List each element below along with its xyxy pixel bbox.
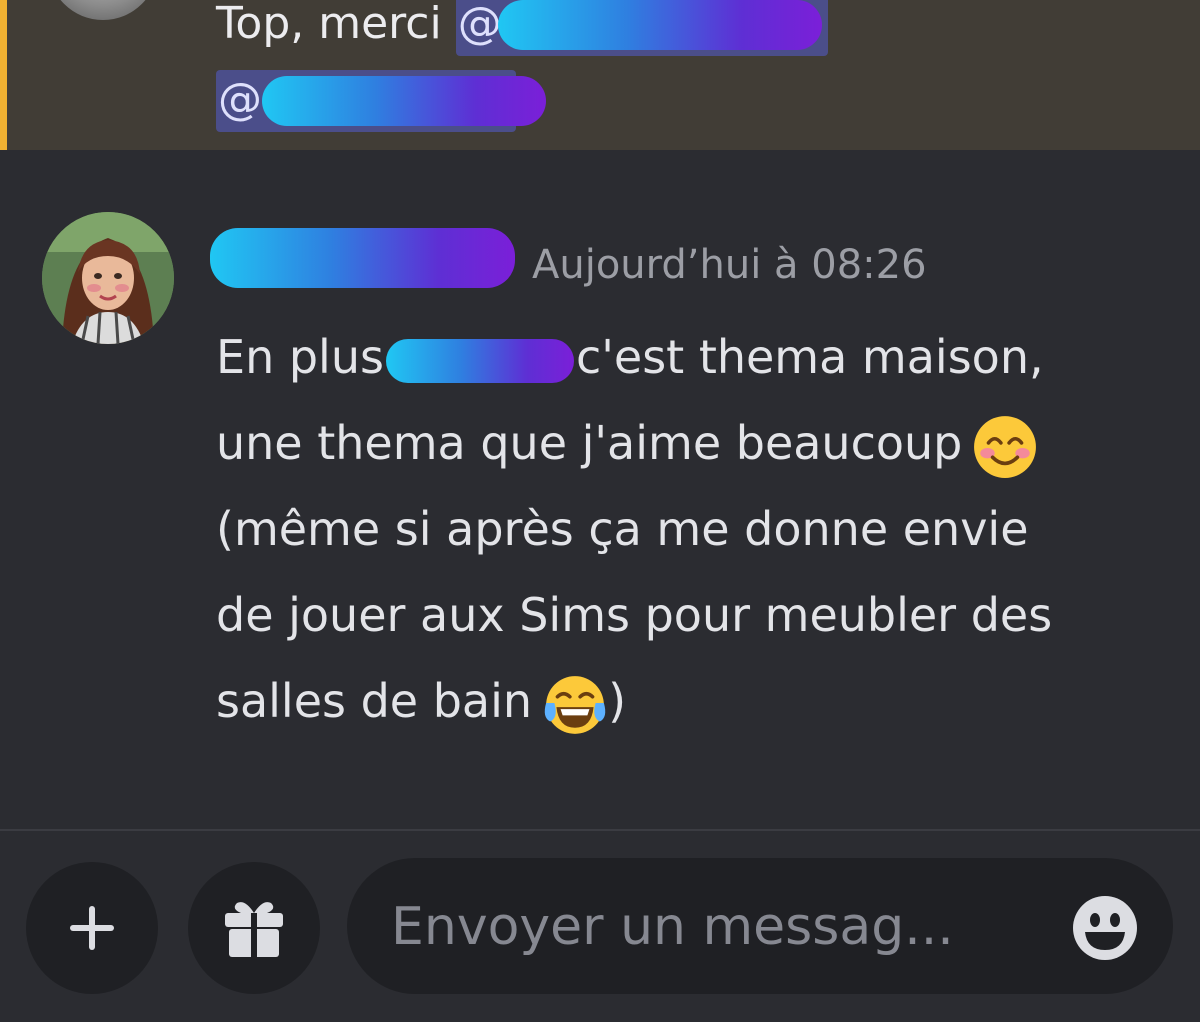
previous-message-line: @ xyxy=(216,70,546,132)
previous-message[interactable]: Top, merci @ @ xyxy=(0,0,1200,150)
redacted-username xyxy=(497,0,822,50)
message-content: En plus c'est thema maison, une thema que… xyxy=(216,314,1176,744)
message-timestamp: Aujourd’hui à 08:26 xyxy=(532,242,927,288)
message-input-placeholder: Envoyer un messag... xyxy=(391,897,954,957)
user-mention[interactable]: @ xyxy=(455,0,828,56)
avatar[interactable] xyxy=(42,212,174,344)
attach-button[interactable] xyxy=(26,862,158,994)
message-line: salles de bain ) xyxy=(216,658,1176,744)
redacted-username[interactable] xyxy=(210,228,515,288)
message-line: En plus c'est thema maison, xyxy=(216,330,1044,384)
message-line: (même si après ça me donne envie xyxy=(216,502,1029,556)
tears-of-joy-emoji-icon xyxy=(544,675,606,734)
gift-icon xyxy=(225,902,283,957)
previous-message-text: Top, merci xyxy=(216,0,442,49)
mention-highlight-bar xyxy=(0,0,7,150)
plus-icon xyxy=(70,906,114,950)
gift-button[interactable] xyxy=(188,862,320,994)
message-input[interactable]: Envoyer un messag... xyxy=(347,858,1173,994)
smiling-blush-emoji-icon xyxy=(974,415,1037,478)
previous-message-line: Top, merci @ xyxy=(216,0,828,56)
redacted-username xyxy=(262,76,546,126)
avatar-image xyxy=(42,212,174,344)
divider xyxy=(0,829,1200,831)
message-line: de jouer aux Sims pour meubler des xyxy=(216,588,1053,642)
message-line: une thema que j'aime beaucoup xyxy=(216,400,1176,486)
user-mention[interactable]: @ xyxy=(216,70,546,132)
redacted-text xyxy=(385,338,574,383)
emoji-icon[interactable] xyxy=(1071,894,1139,962)
avatar[interactable] xyxy=(48,0,158,20)
